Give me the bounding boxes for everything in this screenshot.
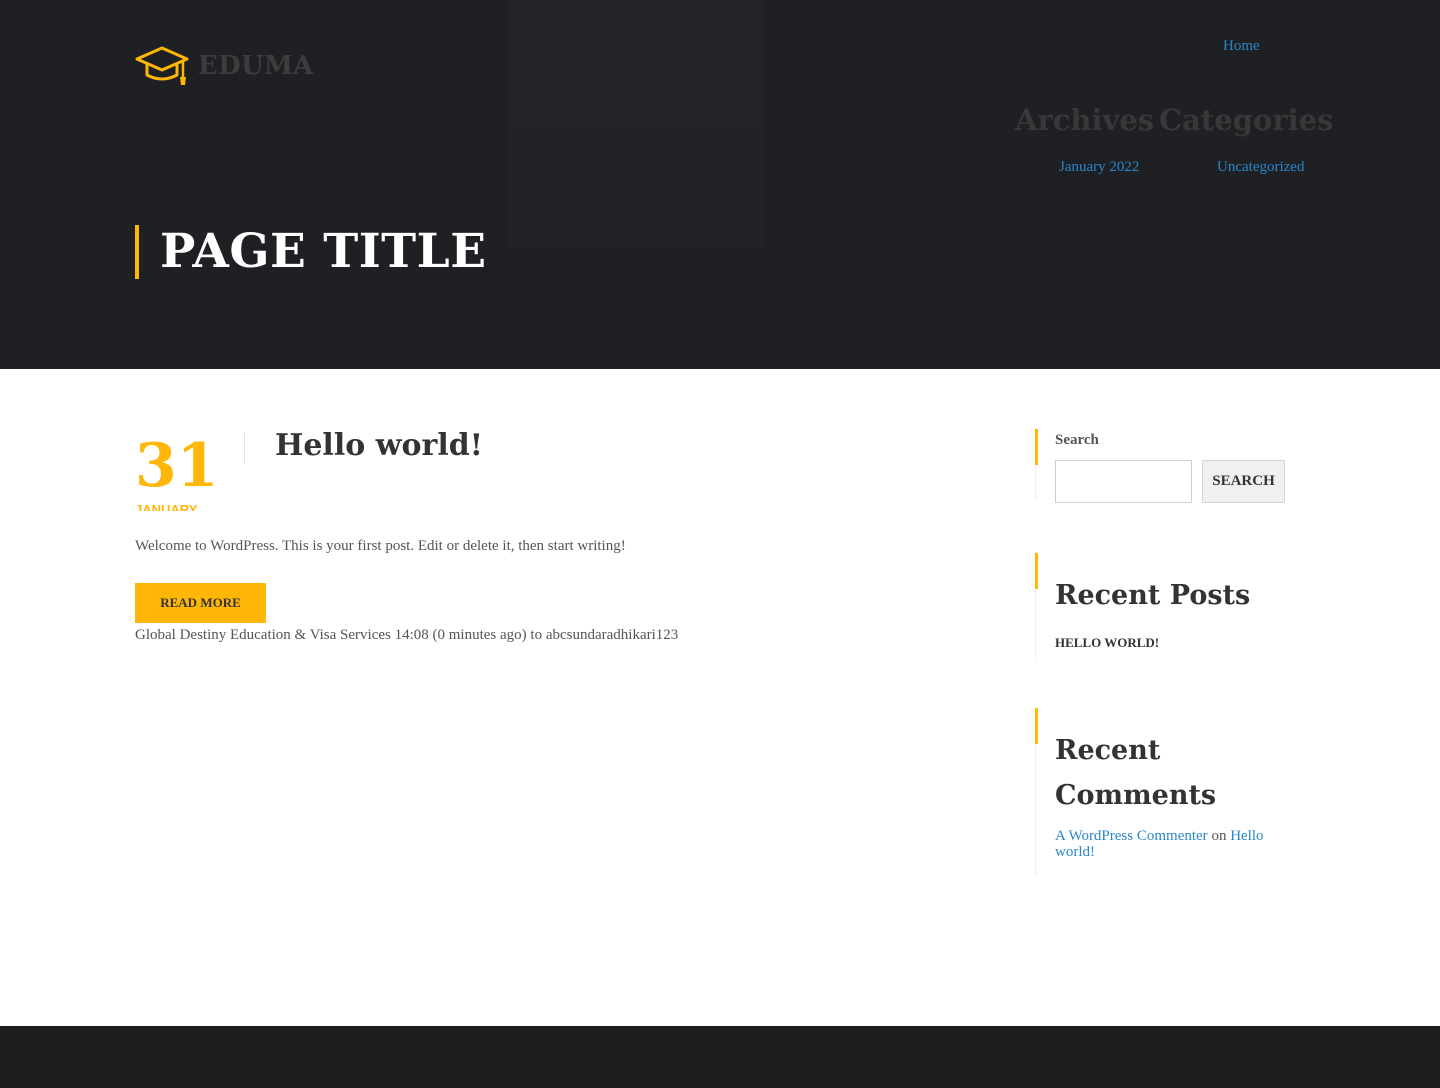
- comment-author-link[interactable]: A WordPress Commenter: [1055, 828, 1208, 844]
- recent-comment-item: A WordPress Commenter on Hello world!: [1055, 828, 1285, 860]
- logo-text: EDUMA: [198, 51, 314, 81]
- graduation-cap-icon: [135, 45, 189, 87]
- post-title-link[interactable]: Hello world!: [275, 424, 483, 468]
- post-date-day: 31: [135, 431, 219, 501]
- category-link-uncategorized[interactable]: Uncategorized: [1217, 159, 1304, 176]
- search-button[interactable]: SEARCH: [1202, 460, 1285, 503]
- widget-accent-bar: [1035, 429, 1038, 465]
- hero-background-panel: [507, 0, 765, 250]
- site-footer: [0, 1026, 1440, 1088]
- post-excerpt: Welcome to WordPress. This is your first…: [135, 538, 626, 554]
- recent-comments-title: Recent Comments: [1055, 735, 1217, 811]
- recent-posts-widget: Recent Posts HELLO WORLD!: [1035, 553, 1305, 658]
- post-meta: Global Destiny Education & Visa Services…: [135, 627, 679, 643]
- widget-accent-bar: [1035, 708, 1038, 744]
- page-title: PAGE TITLE: [160, 224, 487, 279]
- post-date-month: JANUARY: [135, 503, 198, 511]
- comment-on-text: on: [1211, 828, 1227, 844]
- categories-widget-title: Categories: [1159, 103, 1334, 137]
- nav-home-link[interactable]: Home: [1223, 38, 1260, 55]
- read-more-button[interactable]: READ MORE: [135, 583, 266, 623]
- archive-link-january-2022[interactable]: January 2022: [1059, 159, 1139, 176]
- search-input[interactable]: [1055, 460, 1192, 503]
- page-title-block: PAGE TITLE: [135, 225, 487, 279]
- post-header-divider: [244, 432, 245, 464]
- search-label: Search: [1055, 432, 1099, 448]
- recent-comments-widget: Recent Comments A WordPress Commenter on…: [1035, 708, 1305, 875]
- site-logo[interactable]: EDUMA: [135, 45, 314, 87]
- recent-posts-title: Recent Posts: [1055, 580, 1251, 611]
- recent-post-link[interactable]: HELLO WORLD!: [1055, 635, 1159, 651]
- archives-widget-title: Archives: [1015, 103, 1155, 137]
- search-widget: Search SEARCH: [1035, 429, 1305, 503]
- widget-accent-bar: [1035, 553, 1038, 589]
- hero-banner: EDUMA Home Archives Categories January 2…: [0, 0, 1440, 369]
